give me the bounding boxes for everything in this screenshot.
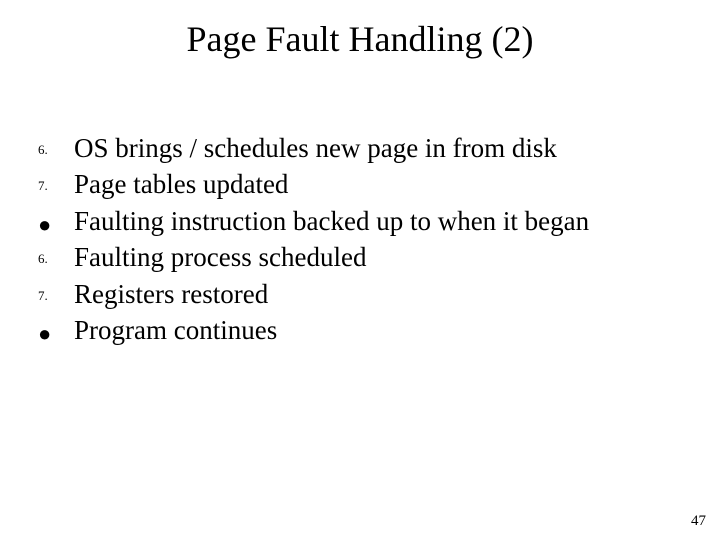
slide-title: Page Fault Handling (2): [0, 0, 720, 60]
list-item: 7. Registers restored: [36, 276, 684, 312]
list-marker: 6.: [36, 141, 74, 159]
list-marker: 7.: [36, 177, 74, 195]
list-item-text: Page tables updated: [74, 166, 288, 202]
list-item: 6. OS brings / schedules new page in fro…: [36, 130, 684, 166]
list-item-text: Program continues: [74, 312, 277, 348]
page-number: 47: [691, 513, 706, 530]
list-item: 6. Faulting process scheduled: [36, 239, 684, 275]
list-marker: 7.: [36, 287, 74, 305]
bullet-icon: ●: [36, 210, 74, 240]
list-item: ● Faulting instruction backed up to when…: [36, 203, 684, 239]
bullet-icon: ●: [36, 319, 74, 349]
list-item-text: Faulting process scheduled: [74, 239, 366, 275]
list-item: 7. Page tables updated: [36, 166, 684, 202]
slide-body: 6. OS brings / schedules new page in fro…: [36, 130, 684, 349]
slide: Page Fault Handling (2) 6. OS brings / s…: [0, 0, 720, 540]
list-item-text: OS brings / schedules new page in from d…: [74, 130, 557, 166]
list-marker: 6.: [36, 250, 74, 268]
list-item: ● Program continues: [36, 312, 684, 348]
list-item-text: Faulting instruction backed up to when i…: [74, 203, 589, 239]
list-item-text: Registers restored: [74, 276, 268, 312]
